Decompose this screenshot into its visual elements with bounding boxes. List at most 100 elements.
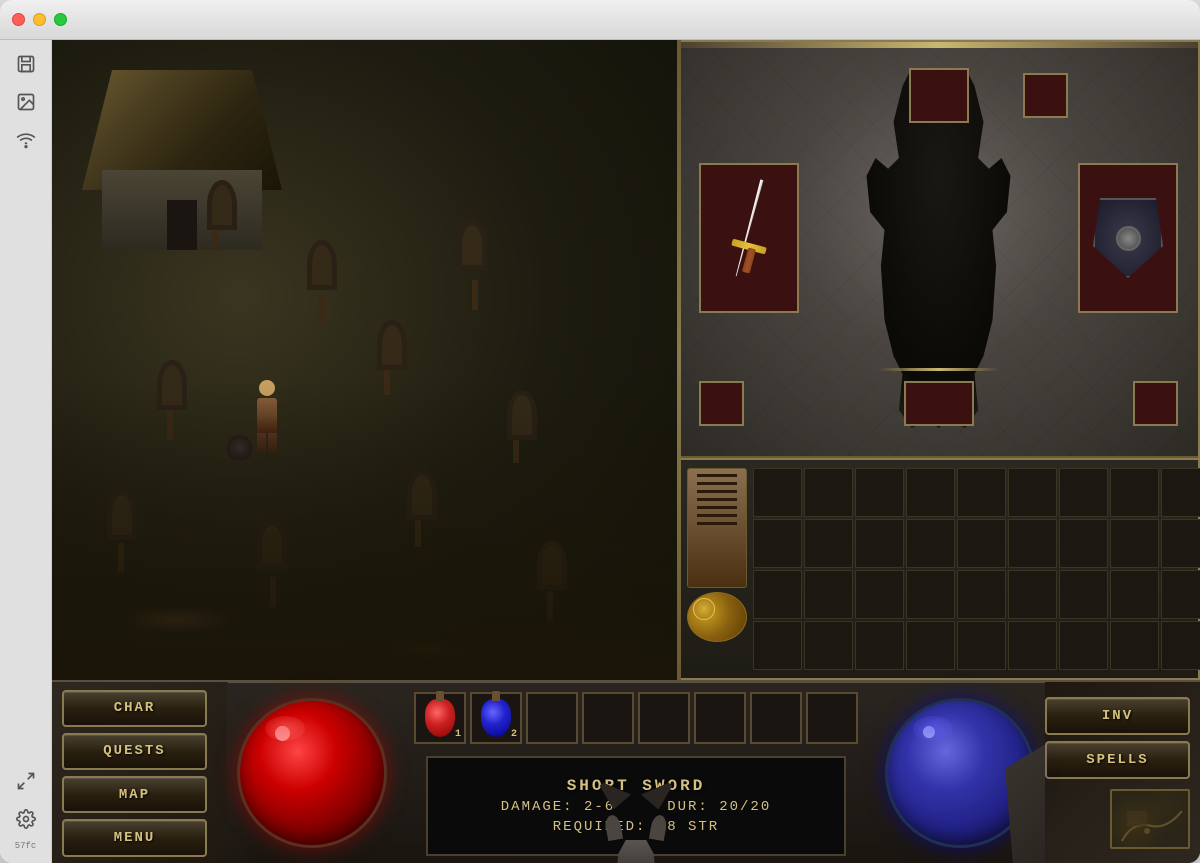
building <box>82 70 282 250</box>
shield-boss <box>1116 226 1141 251</box>
inv-cell-25[interactable] <box>957 570 1006 619</box>
inv-cell-37[interactable] <box>1059 621 1108 670</box>
inv-button[interactable]: INV <box>1045 697 1190 735</box>
inv-cell-21[interactable] <box>753 570 802 619</box>
hud-right-buttons: INV SPELLS <box>1045 682 1200 863</box>
demon-wings <box>596 775 676 815</box>
durability-label: DUR: 20/20 <box>667 799 771 815</box>
shield-slot[interactable] <box>1078 163 1178 313</box>
inv-cell-3[interactable] <box>855 468 904 517</box>
minimap-thumbnail[interactable] <box>1110 789 1190 849</box>
life-orb-shine <box>275 726 290 741</box>
inv-cell-26[interactable] <box>1008 570 1057 619</box>
settings-icon[interactable] <box>10 803 42 835</box>
minimize-button[interactable] <box>33 13 46 26</box>
inv-cell-29[interactable] <box>1161 570 1200 619</box>
inv-cell-23[interactable] <box>855 570 904 619</box>
inventory-grid-area <box>679 458 1198 678</box>
inv-cell-19[interactable] <box>1161 519 1200 568</box>
demon-statue <box>596 775 676 863</box>
inv-cell-1[interactable] <box>753 468 802 517</box>
belt-slot[interactable] <box>904 381 974 426</box>
equipment-area <box>679 48 1198 458</box>
inv-cell-2[interactable] <box>804 468 853 517</box>
inv-cell-33[interactable] <box>855 621 904 670</box>
inv-cell-22[interactable] <box>804 570 853 619</box>
potion-slot-2[interactable]: 2 <box>470 692 522 744</box>
left-sidebar: 57fc <box>0 40 52 863</box>
potion-slot-8[interactable] <box>806 692 858 744</box>
inv-cell-34[interactable] <box>906 621 955 670</box>
potion-red-1 <box>425 699 455 737</box>
close-button[interactable] <box>12 13 25 26</box>
mana-orb-container <box>875 682 1045 863</box>
inv-cell-11[interactable] <box>753 519 802 568</box>
scroll-item[interactable] <box>687 468 747 588</box>
quests-button[interactable]: QUESTS <box>62 733 207 770</box>
game-world[interactable] <box>52 40 677 680</box>
weapon-slot[interactable] <box>699 163 799 313</box>
inv-cell-9[interactable] <box>1161 468 1200 517</box>
coins-item[interactable] <box>687 592 747 642</box>
demon-horns <box>601 815 671 840</box>
title-bar <box>0 0 1200 40</box>
building-door <box>167 200 197 250</box>
inv-cell-32[interactable] <box>804 621 853 670</box>
potion-blue-1 <box>481 699 511 737</box>
inv-cell-27[interactable] <box>1059 570 1108 619</box>
inv-cell-31[interactable] <box>753 621 802 670</box>
belt-bar: 1 2 SHORT SWORD <box>397 682 875 863</box>
hud-left-buttons: CHAR QUESTS MAP MENU <box>52 682 227 863</box>
inv-cell-8[interactable] <box>1110 468 1159 517</box>
potion-slot-4[interactable] <box>582 692 634 744</box>
char-button[interactable]: CHAR <box>62 690 207 727</box>
inv-cell-4[interactable] <box>906 468 955 517</box>
potion-slot-6[interactable] <box>694 692 746 744</box>
image-icon[interactable] <box>10 86 42 118</box>
wifi-icon[interactable] <box>10 124 42 156</box>
potion-1-number: 1 <box>455 729 461 740</box>
menu-button[interactable]: MENU <box>62 819 207 856</box>
potion-slot-1[interactable]: 1 <box>414 692 466 744</box>
inv-cell-39[interactable] <box>1161 621 1200 670</box>
inv-cell-18[interactable] <box>1110 519 1159 568</box>
inv-cell-7[interactable] <box>1059 468 1108 517</box>
ring-left-slot[interactable] <box>699 381 744 426</box>
save-icon[interactable] <box>10 48 42 80</box>
inv-cell-12[interactable] <box>804 519 853 568</box>
potion-bar: 1 2 <box>414 692 858 744</box>
inv-cell-28[interactable] <box>1110 570 1159 619</box>
ring-right-slot[interactable] <box>1133 381 1178 426</box>
inv-cell-6[interactable] <box>1008 468 1057 517</box>
amulet-slot[interactable] <box>1023 73 1068 118</box>
life-orb-container <box>227 682 397 863</box>
potion-2-number: 2 <box>511 729 517 740</box>
inv-cell-36[interactable] <box>1008 621 1057 670</box>
tree-10 <box>202 180 227 250</box>
inv-cell-15[interactable] <box>957 519 1006 568</box>
inv-cell-13[interactable] <box>855 519 904 568</box>
tree-4 <box>452 220 497 310</box>
building-wall <box>102 170 262 250</box>
potion-slot-5[interactable] <box>638 692 690 744</box>
maximize-button[interactable] <box>54 13 67 26</box>
inv-cell-24[interactable] <box>906 570 955 619</box>
resize-icon[interactable] <box>10 765 42 797</box>
inv-cell-16[interactable] <box>1008 519 1057 568</box>
inv-cell-35[interactable] <box>957 621 1006 670</box>
hud-bar: CHAR QUESTS MAP MENU <box>52 680 1200 863</box>
potion-slot-3[interactable] <box>526 692 578 744</box>
potion-slot-7[interactable] <box>750 692 802 744</box>
ground <box>52 380 677 680</box>
spells-button[interactable]: SPELLS <box>1045 741 1190 779</box>
map-button[interactable]: MAP <box>62 776 207 813</box>
inv-cell-38[interactable] <box>1110 621 1159 670</box>
inv-cell-14[interactable] <box>906 519 955 568</box>
inv-cell-17[interactable] <box>1059 519 1108 568</box>
sword-handle <box>742 247 756 273</box>
tree-1 <box>302 240 342 325</box>
inv-cell-5[interactable] <box>957 468 1006 517</box>
demon-body <box>611 840 661 863</box>
helm-slot[interactable] <box>909 68 969 123</box>
inventory-grid <box>753 468 1200 670</box>
